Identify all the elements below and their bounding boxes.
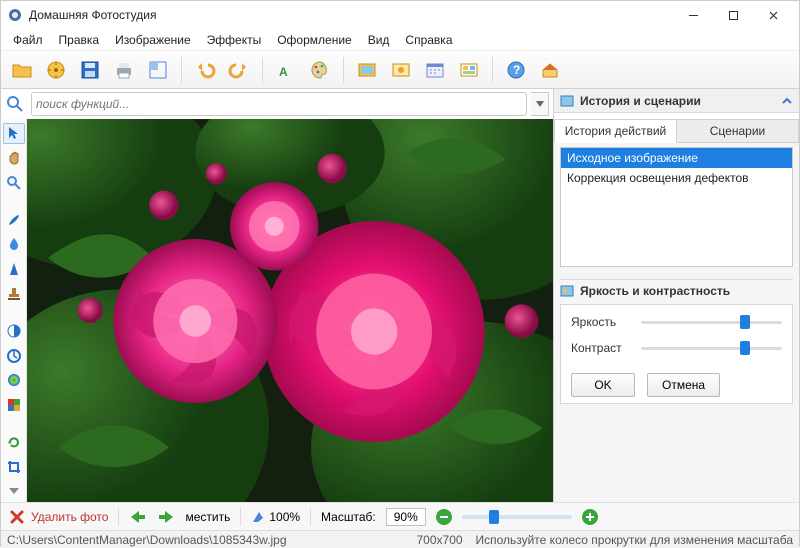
- collage-button[interactable]: [454, 55, 484, 85]
- search-row: [1, 89, 553, 119]
- hundred-icon[interactable]: 100%: [251, 510, 300, 524]
- tab-scenarios[interactable]: Сценарии: [677, 119, 799, 142]
- zoom-out-button[interactable]: [436, 509, 452, 525]
- history-list[interactable]: Исходное изображение Коррекция освещения…: [560, 147, 793, 267]
- hand-tool[interactable]: [3, 148, 25, 169]
- close-button[interactable]: [753, 1, 793, 29]
- brightness-label: Яркость: [571, 315, 631, 329]
- main-toolbar: A ?: [1, 51, 799, 89]
- delete-icon: [9, 509, 25, 525]
- zoom-slider[interactable]: [462, 515, 572, 519]
- main-area: История действий Сценарии Исходное изобр…: [1, 119, 799, 502]
- tool-palette: [1, 119, 27, 502]
- menu-help[interactable]: Справка: [397, 31, 460, 49]
- svg-text:?: ?: [513, 63, 520, 77]
- svg-text:A: A: [279, 65, 288, 79]
- image-canvas[interactable]: [27, 119, 553, 502]
- toolbar-sep-3: [343, 57, 344, 83]
- contrast-label: Контраст: [571, 341, 631, 355]
- bc-sliders: Яркость Контраст OK Отмена: [560, 304, 793, 404]
- search-icon: [3, 95, 27, 113]
- cancel-button[interactable]: Отмена: [647, 373, 720, 397]
- drop-tool[interactable]: [3, 234, 25, 255]
- bottom-bar: Удалить фото местить 100% Масштаб: 90%: [1, 502, 799, 530]
- maximize-button[interactable]: [713, 1, 753, 29]
- next-image-button[interactable]: [157, 510, 175, 524]
- stamp-tool[interactable]: [3, 284, 25, 305]
- zoom-tool[interactable]: [3, 173, 25, 194]
- search-field[interactable]: [31, 92, 527, 116]
- rotate-tool[interactable]: [3, 431, 25, 452]
- zoom-in-button[interactable]: [582, 509, 598, 525]
- status-help: Используйте колесо прокрутки для изменен…: [475, 533, 793, 547]
- palette-button[interactable]: [305, 55, 335, 85]
- levels-tool[interactable]: [3, 345, 25, 366]
- catalog-button[interactable]: [352, 55, 382, 85]
- more-icon[interactable]: [3, 481, 25, 502]
- scale-value[interactable]: 90%: [386, 508, 426, 526]
- toolbar-sep: [181, 57, 182, 83]
- menu-file[interactable]: Файл: [5, 31, 51, 49]
- brush-tool[interactable]: [3, 209, 25, 230]
- color-tool[interactable]: [3, 395, 25, 416]
- pointer-tool[interactable]: [3, 123, 25, 144]
- undo-button[interactable]: [190, 55, 220, 85]
- window-title: Домашняя Фотостудия: [29, 8, 673, 22]
- history-title: История и сценарии: [580, 94, 701, 108]
- search-dropdown[interactable]: [531, 92, 549, 116]
- collapse-icon[interactable]: [781, 95, 793, 107]
- menu-image[interactable]: Изображение: [107, 31, 199, 49]
- tab-history[interactable]: История действий: [554, 119, 677, 143]
- history-item[interactable]: Исходное изображение: [561, 148, 792, 168]
- shift-label: местить: [185, 510, 230, 524]
- ok-button[interactable]: OK: [571, 373, 635, 397]
- delete-photo-button[interactable]: Удалить фото: [9, 509, 108, 525]
- status-dims: 700x700: [417, 533, 463, 547]
- status-bar: C:\Users\ContentManager\Downloads\108534…: [1, 530, 799, 548]
- sharpen-tool[interactable]: [3, 259, 25, 280]
- menu-edit[interactable]: Правка: [51, 31, 108, 49]
- prev-image-button[interactable]: [129, 510, 147, 524]
- contrast-slider[interactable]: [641, 341, 782, 355]
- open-button[interactable]: [7, 55, 37, 85]
- text-button[interactable]: A: [271, 55, 301, 85]
- toolbar-sep-4: [492, 57, 493, 83]
- contrast-tool[interactable]: [3, 320, 25, 341]
- save-button[interactable]: [75, 55, 105, 85]
- help-button[interactable]: ?: [501, 55, 531, 85]
- frame-button[interactable]: [386, 55, 416, 85]
- bc-title: Яркость и контрастность: [580, 284, 730, 298]
- toolbar-sep-2: [262, 57, 263, 83]
- scale-button[interactable]: [143, 55, 173, 85]
- title-bar: Домашняя Фотостудия: [1, 1, 799, 29]
- menu-bar: Файл Правка Изображение Эффекты Оформлен…: [1, 29, 799, 51]
- app-icon: [7, 7, 23, 23]
- history-icon: [560, 94, 574, 108]
- redo-button[interactable]: [224, 55, 254, 85]
- scale-label: Масштаб:: [321, 510, 376, 524]
- search-input[interactable]: [32, 97, 526, 111]
- status-path: C:\Users\ContentManager\Downloads\108534…: [7, 533, 287, 547]
- calendar-button[interactable]: [420, 55, 450, 85]
- menu-decor[interactable]: Оформление: [269, 31, 359, 49]
- bc-title-row: Яркость и контрастность: [560, 279, 793, 304]
- home-button[interactable]: [535, 55, 565, 85]
- minimize-button[interactable]: [673, 1, 713, 29]
- menu-effects[interactable]: Эффекты: [199, 31, 270, 49]
- menu-view[interactable]: Вид: [360, 31, 398, 49]
- right-panel: История действий Сценарии Исходное изобр…: [553, 119, 799, 502]
- print-button[interactable]: [109, 55, 139, 85]
- recent-button[interactable]: [41, 55, 71, 85]
- adjust-icon: [560, 284, 574, 298]
- history-panel-header: История и сценарии: [554, 89, 799, 113]
- crop-tool[interactable]: [3, 456, 25, 477]
- history-tabs: История действий Сценарии: [554, 119, 799, 143]
- history-item[interactable]: Коррекция освещения дефектов: [561, 168, 792, 188]
- hue-tool[interactable]: [3, 370, 25, 391]
- brightness-slider[interactable]: [641, 315, 782, 329]
